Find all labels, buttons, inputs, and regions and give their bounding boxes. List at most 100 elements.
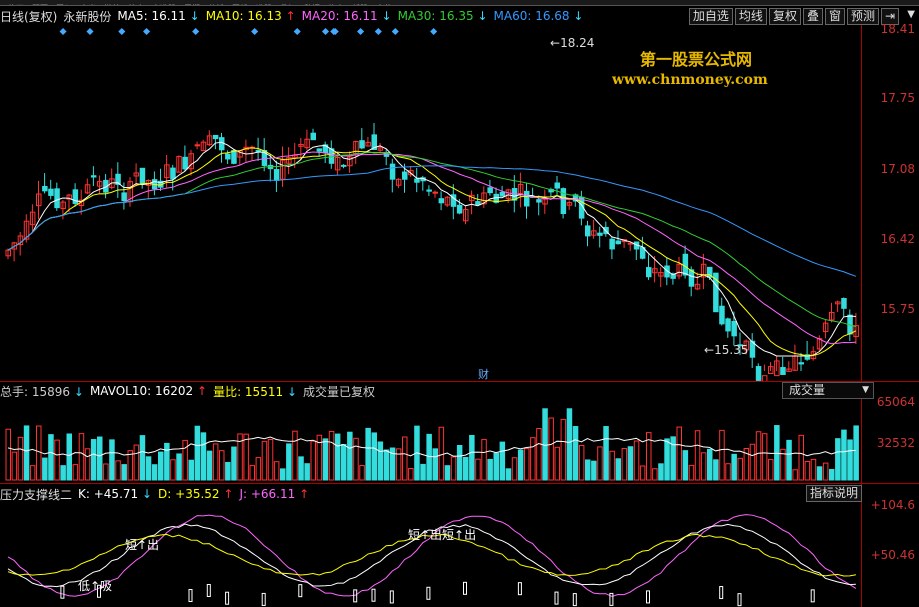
price-legend: 日线(复权) 永新股份 MA5: 16.11 ↓ MA10: 16.13 ↑ M… — [0, 8, 589, 24]
candlestick — [841, 298, 847, 309]
volume-bar — [609, 450, 615, 481]
candlestick — [341, 164, 347, 167]
adjust-button[interactable]: 复权 — [768, 8, 801, 25]
volume-note: 成交量已复权 — [303, 384, 376, 399]
indicator-name[interactable]: 压力支撑线二 — [0, 486, 72, 503]
volume-bar — [5, 428, 11, 481]
event-marker-icon — [251, 27, 259, 36]
candlestick — [487, 187, 493, 194]
volume-bar — [127, 450, 133, 481]
volume-bar — [48, 434, 54, 481]
volume-bar — [188, 459, 194, 481]
price-tick: 15.75 — [880, 302, 915, 316]
candlestick — [90, 175, 97, 178]
volume-bar — [164, 442, 170, 481]
indicator-bar — [225, 591, 230, 605]
event-marker-icon — [192, 27, 200, 36]
watermark-url: www.chnmoney.com — [612, 72, 768, 88]
candlestick — [475, 201, 481, 205]
arrow-up-icon: ↑ — [285, 9, 296, 23]
candlestick — [182, 156, 188, 170]
candlestick — [328, 148, 335, 164]
candlestick — [499, 191, 506, 197]
ma20-label: MA20: 16.11 ↓ — [301, 9, 392, 23]
candlestick — [719, 305, 725, 325]
j-value-label: J: +66.11 ↑ — [239, 487, 310, 501]
ma5-label: MA5: 16.11 ↓ — [117, 9, 200, 23]
volume-bar — [97, 436, 103, 481]
event-marker-icon — [430, 27, 438, 36]
volume-bar — [639, 465, 646, 481]
add-watchlist-button[interactable]: 加自选 — [688, 8, 733, 25]
volume-bar — [219, 450, 225, 481]
volume-bar — [261, 440, 268, 481]
volume-bar — [688, 464, 695, 481]
event-marker-icon — [321, 27, 330, 36]
candlestick — [609, 238, 615, 250]
volume-bar — [408, 467, 414, 481]
volume-bar — [341, 444, 347, 481]
volume-bar — [554, 446, 560, 481]
volume-bar — [487, 458, 493, 481]
volume-bar — [792, 469, 798, 481]
volume-bar — [682, 450, 689, 481]
arrow-down-icon: ↓ — [381, 9, 392, 23]
volume-bar — [322, 438, 329, 481]
candlestick — [219, 137, 225, 151]
volume-bar — [225, 461, 231, 481]
indicator-chart[interactable] — [0, 504, 862, 607]
candlestick — [646, 267, 652, 278]
volume-bar — [713, 459, 719, 481]
volume-bar — [23, 425, 30, 481]
volume-bar — [11, 451, 18, 481]
indicator-bar — [646, 590, 650, 604]
chevron-down-icon[interactable]: ▼ — [907, 9, 915, 20]
indicator-bar — [737, 593, 742, 607]
candlestick — [597, 232, 603, 236]
volume-bar — [249, 465, 255, 481]
candlestick — [456, 204, 463, 214]
candlestick — [389, 163, 396, 180]
volume-ratio-label: 量比: 15511 ↓ — [213, 384, 297, 399]
signal-short-sell: 短↑出 — [125, 538, 160, 552]
indicator-bar — [810, 589, 815, 603]
candlestick — [688, 269, 695, 287]
volume-bar — [54, 439, 60, 481]
volume-bar — [151, 464, 158, 481]
volume-bar — [42, 457, 48, 481]
chart-period-title[interactable]: 日线(复权) — [0, 8, 57, 25]
volume-bar — [432, 448, 438, 481]
volume-bar — [121, 464, 127, 481]
candlestick — [432, 191, 438, 194]
indicator-bar — [609, 592, 614, 606]
candlestick — [731, 320, 737, 337]
chart-toolbar: 加自选 均线 复权 叠 窗 预测 — [688, 8, 879, 25]
candlestick — [273, 169, 280, 181]
volume-bar — [749, 443, 756, 481]
volume-chart[interactable] — [0, 400, 862, 482]
signal-low-buy: 低↑吸 — [78, 579, 113, 593]
indicator-bar — [517, 582, 522, 596]
volume-bar — [786, 439, 792, 481]
indicator-help-button[interactable]: 指标说明 — [806, 485, 863, 502]
volume-bar — [597, 446, 603, 481]
volume-bar — [768, 459, 774, 481]
volume-bar — [560, 418, 567, 481]
finance-marker[interactable]: 财 — [478, 366, 489, 382]
event-marker-icon — [293, 27, 301, 36]
volume-bar — [853, 425, 859, 481]
volume-bar — [542, 408, 548, 481]
volume-bar — [737, 457, 743, 481]
volume-bar — [286, 443, 292, 481]
candlestick — [139, 167, 146, 185]
moving-average-button[interactable]: 均线 — [734, 8, 767, 25]
event-marker-icon — [143, 27, 151, 36]
volume-bar — [725, 463, 731, 481]
volume-bar — [450, 456, 457, 481]
volume-bar — [145, 456, 152, 481]
volume-bar — [267, 439, 274, 481]
window-button[interactable]: 窗 — [824, 8, 845, 25]
overlay-button[interactable]: 叠 — [802, 8, 823, 25]
indicator-bar — [298, 584, 303, 598]
volume-bar — [633, 440, 640, 481]
